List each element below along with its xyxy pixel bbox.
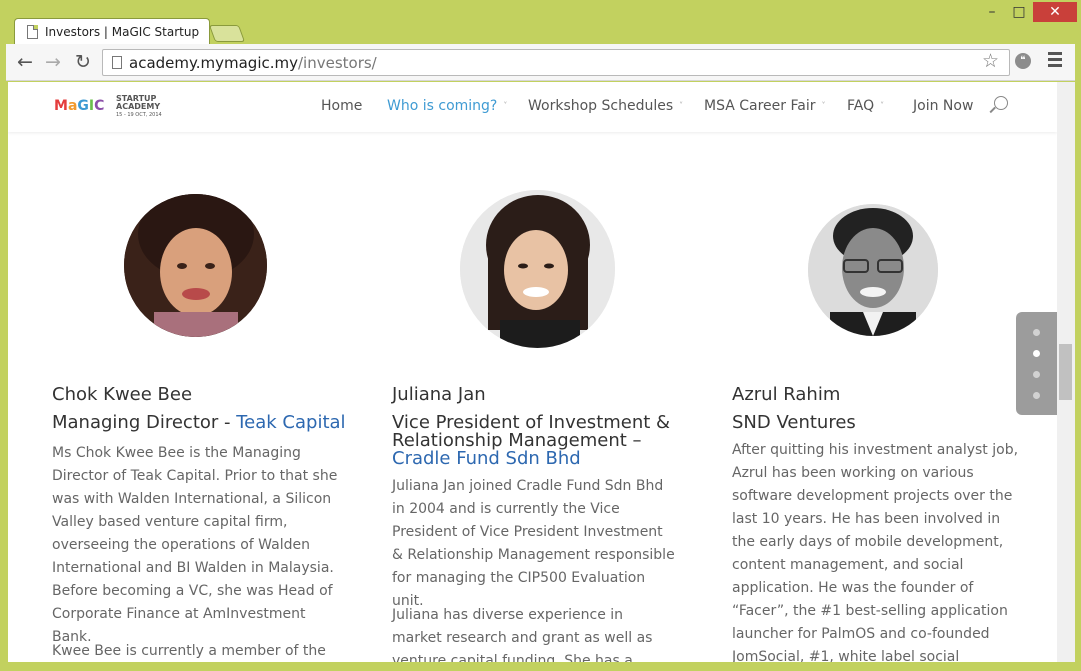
new-tab-button[interactable] <box>208 25 246 42</box>
nav-home[interactable]: Home <box>321 98 362 114</box>
url-path: /investors/ <box>297 54 377 72</box>
investor-role: SND Ventures <box>732 412 856 433</box>
investor-photo <box>124 194 267 337</box>
address-bar[interactable]: academy.mymagic.my/investors/ <box>102 49 1010 76</box>
investor-bio: After quitting his investment analyst jo… <box>732 442 1019 662</box>
pager-dot[interactable] <box>1033 329 1040 336</box>
investor-bio: Kwee Bee is currently a member of the <box>52 643 326 659</box>
nav-who-is-coming[interactable]: Who is coming? ˅ <box>387 98 507 114</box>
maximize-button[interactable]: □ <box>1007 2 1031 22</box>
title-bar: Investors | MaGIC Startup – □ ✕ <box>0 0 1081 45</box>
page-icon <box>112 56 122 69</box>
back-button[interactable]: ← <box>14 51 36 73</box>
nav-msa-career-fair[interactable]: MSA Career Fair ˅ <box>704 98 825 114</box>
site-logo[interactable]: MaGIC STARTUP ACADEMY 15 - 19 OCT, 2014 <box>54 94 174 120</box>
search-icon[interactable] <box>994 96 1008 110</box>
browser-window: Investors | MaGIC Startup – □ ✕ ← → ↻ ac… <box>0 0 1081 671</box>
logo-wordmark: MaGIC <box>54 98 105 114</box>
slide-pager <box>1016 312 1057 415</box>
page-icon <box>27 25 38 39</box>
pager-dot[interactable] <box>1033 371 1040 378</box>
page-viewport: MaGIC STARTUP ACADEMY 15 - 19 OCT, 2014 H… <box>8 82 1057 662</box>
investor-name: Juliana Jan <box>392 384 486 405</box>
minimize-button[interactable]: – <box>980 2 1004 22</box>
url-text[interactable]: academy.mymagic.my/investors/ <box>129 54 377 72</box>
scroll-thumb[interactable] <box>1059 344 1072 400</box>
investor-name: Chok Kwee Bee <box>52 384 193 405</box>
forward-button[interactable]: → <box>42 51 64 73</box>
logo-subtitle: STARTUP ACADEMY <box>116 94 161 111</box>
chevron-down-icon: ˅ <box>503 101 508 110</box>
company-link[interactable]: Teak Capital <box>236 412 345 433</box>
site-header: MaGIC STARTUP ACADEMY 15 - 19 OCT, 2014 H… <box>8 82 1057 132</box>
pager-dot[interactable] <box>1033 392 1040 399</box>
url-host: academy.mymagic.my <box>129 54 298 72</box>
investor-name: Azrul Rahim <box>732 384 841 405</box>
logo-date: 15 - 19 OCT, 2014 <box>116 112 162 118</box>
extension-icon[interactable]: ❝ <box>1015 53 1031 69</box>
browser-tab[interactable]: Investors | MaGIC Startup <box>14 18 210 45</box>
chevron-down-icon: ˅ <box>679 101 684 110</box>
investor-bio: Ms Chok Kwee Bee is the Managing Directo… <box>52 445 338 645</box>
vertical-scrollbar[interactable] <box>1057 82 1075 662</box>
chevron-down-icon: ˅ <box>821 101 826 110</box>
tab-title: Investors | MaGIC Startup <box>45 25 200 39</box>
chevron-down-icon: ˅ <box>880 101 885 110</box>
company-link[interactable]: Cradle Fund Sdn Bhd <box>392 448 581 469</box>
menu-icon[interactable] <box>1048 52 1062 70</box>
pager-dot[interactable] <box>1033 350 1040 357</box>
close-button[interactable]: ✕ <box>1033 2 1077 22</box>
browser-toolbar: ← → ↻ academy.mymagic.my/investors/ ☆ ❝ <box>6 44 1075 81</box>
investor-role: Managing Director - Teak Capital <box>52 412 346 433</box>
bookmark-star-icon[interactable]: ☆ <box>982 50 999 72</box>
nav-workshop-schedules[interactable]: Workshop Schedules ˅ <box>528 98 683 114</box>
investor-photo <box>460 190 615 348</box>
investor-photo <box>808 204 938 336</box>
investor-bio: Juliana has diverse experience in market… <box>392 607 653 662</box>
investor-role: Vice President of Investment & Relations… <box>392 412 671 469</box>
investor-bio: Juliana Jan joined Cradle Fund Sdn Bhd i… <box>392 478 675 609</box>
nav-join-now[interactable]: Join Now <box>913 98 973 114</box>
nav-faq[interactable]: FAQ ˅ <box>847 98 884 114</box>
reload-button[interactable]: ↻ <box>72 51 94 73</box>
